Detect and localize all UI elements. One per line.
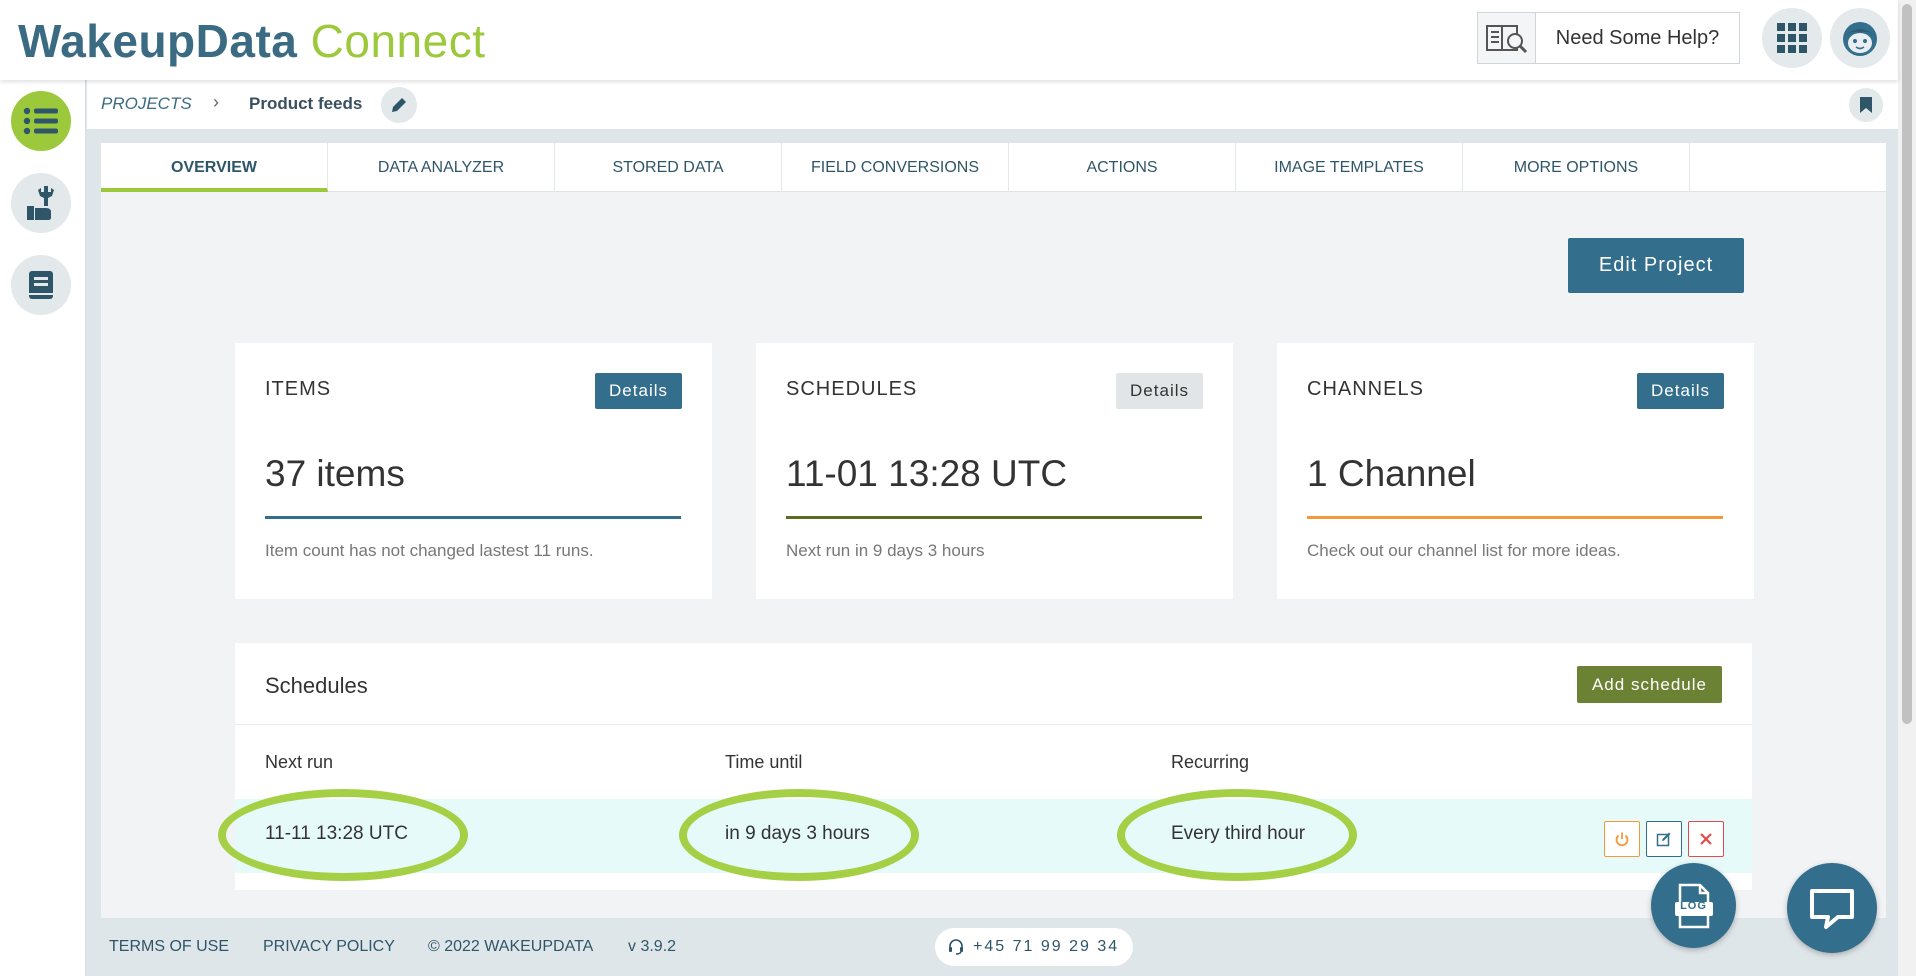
logo-connect: Connect	[310, 15, 486, 67]
tab-data-analyzer[interactable]: DATA ANALYZER	[328, 143, 555, 192]
terms-link[interactable]: TERMS OF USE	[109, 938, 229, 956]
version-text: v 3.9.2	[628, 938, 677, 955]
help-button[interactable]: Need Some Help?	[1477, 12, 1740, 64]
items-card-note: Item count has not changed lastest 11 ru…	[265, 541, 594, 560]
privacy-link[interactable]: PRIVACY POLICY	[263, 938, 395, 956]
list-icon	[23, 107, 58, 135]
schedules-divider	[235, 724, 1752, 725]
channels-card-title: CHANNELS	[1307, 378, 1424, 400]
channels-card: CHANNELS Details 1 Channel Check out our…	[1277, 343, 1754, 599]
chevron-right-icon: ›	[213, 92, 219, 112]
avatar-face-icon	[1843, 22, 1877, 56]
items-card-divider	[265, 516, 681, 519]
footer: TERMS OF USE PRIVACY POLICY © 2022 WAKEU…	[87, 918, 1898, 976]
logo-wordmark: WakeupData	[18, 15, 298, 67]
edit-schedule-button[interactable]	[1646, 821, 1682, 857]
log-label: LOG	[1680, 900, 1707, 912]
book-icon	[29, 271, 53, 299]
breadcrumb-projects-link[interactable]: PROJECTS	[101, 94, 192, 114]
tab-overview[interactable]: OVERVIEW	[101, 143, 328, 192]
bookmark-icon	[1860, 97, 1872, 113]
column-header-recurring: Recurring	[1171, 752, 1250, 772]
breadcrumb: PROJECTS › Product feeds	[87, 80, 1898, 130]
channels-card-note: Check out our channel list for more idea…	[1307, 541, 1621, 560]
bookmark-button[interactable]	[1849, 88, 1883, 122]
tab-image-templates[interactable]: IMAGE TEMPLATES	[1236, 143, 1463, 192]
schedules-panel-title: Schedules	[265, 673, 368, 698]
column-header-time-until: Time until	[725, 752, 803, 772]
project-tabs: OVERVIEW DATA ANALYZER STORED DATA FIELD…	[101, 143, 1886, 192]
main-panel: OVERVIEW DATA ANALYZER STORED DATA FIELD…	[101, 143, 1886, 918]
schedules-details-button[interactable]: Details	[1116, 373, 1203, 409]
tab-more-options[interactable]: MORE OPTIONS	[1463, 143, 1690, 192]
left-sidebar	[0, 80, 86, 976]
sidebar-item-projects[interactable]	[11, 91, 71, 151]
breadcrumb-current: Product feeds	[249, 94, 363, 113]
pencil-icon	[392, 98, 406, 112]
channels-details-button[interactable]: Details	[1637, 373, 1724, 409]
help-book-search-icon	[1478, 13, 1536, 63]
sidebar-item-tools[interactable]	[11, 173, 71, 233]
schedules-panel: Schedules Add schedule Next run Time unt…	[218, 643, 1752, 890]
schedules-card: SCHEDULES Details 11-01 13:28 UTC Next r…	[756, 343, 1233, 599]
help-label: Need Some Help?	[1555, 26, 1720, 49]
toggle-schedule-button[interactable]	[1604, 821, 1640, 857]
chat-button[interactable]	[1787, 863, 1877, 953]
chat-bubble-icon	[1810, 889, 1854, 929]
page-scrollbar[interactable]	[1898, 0, 1916, 976]
top-header: WakeupData Connect Need Some Help?	[0, 0, 1898, 80]
schedule-next-run: 11-11 13:28 UTC	[265, 823, 408, 844]
schedules-card-note: Next run in 9 days 3 hours	[786, 541, 985, 560]
app-logo[interactable]: WakeupData Connect	[18, 14, 486, 68]
schedule-time-until: in 9 days 3 hours	[725, 823, 870, 844]
support-phone-number: +45 71 99 29 34	[973, 938, 1120, 955]
power-icon	[1615, 832, 1629, 847]
schedules-card-divider	[786, 516, 1202, 519]
items-card-title: ITEMS	[265, 378, 332, 400]
scrollbar-thumb[interactable]	[1902, 4, 1912, 724]
headset-icon	[949, 939, 963, 955]
schedules-card-title: SCHEDULES	[786, 378, 918, 400]
log-button[interactable]: LOG	[1651, 863, 1736, 948]
schedule-recurring: Every third hour	[1171, 823, 1306, 844]
copyright-text: © 2022 WAKEUPDATA	[428, 938, 594, 955]
items-card: ITEMS Details 37 items Item count has no…	[235, 343, 712, 599]
edit-icon	[1656, 832, 1671, 847]
column-header-next-run: Next run	[265, 752, 334, 772]
sidebar-item-docs[interactable]	[11, 255, 71, 315]
grid-apps-icon	[1777, 23, 1807, 53]
support-phone[interactable]: +45 71 99 29 34	[935, 928, 1134, 966]
apps-grid-button[interactable]	[1762, 8, 1822, 68]
add-schedule-button[interactable]: Add schedule	[1576, 666, 1722, 703]
edit-project-button[interactable]: Edit Project	[1568, 238, 1744, 293]
channels-card-value: 1 Channel	[1307, 453, 1476, 494]
user-avatar-button[interactable]	[1830, 8, 1890, 68]
tab-stored-data[interactable]: STORED DATA	[555, 143, 782, 192]
tab-actions[interactable]: ACTIONS	[1009, 143, 1236, 192]
close-icon	[1700, 833, 1712, 845]
table-row[interactable]: 11-11 13:28 UTC in 9 days 3 hours Every …	[218, 789, 1752, 881]
tools-hand-icon	[27, 186, 54, 220]
schedules-card-value: 11-01 13:28 UTC	[786, 453, 1068, 494]
items-details-button[interactable]: Details	[595, 373, 682, 409]
items-card-value: 37 items	[265, 453, 405, 494]
delete-schedule-button[interactable]	[1688, 821, 1724, 857]
tab-field-conversions[interactable]: FIELD CONVERSIONS	[782, 143, 1009, 192]
rename-project-button[interactable]	[381, 87, 417, 123]
channels-card-divider	[1307, 516, 1723, 519]
